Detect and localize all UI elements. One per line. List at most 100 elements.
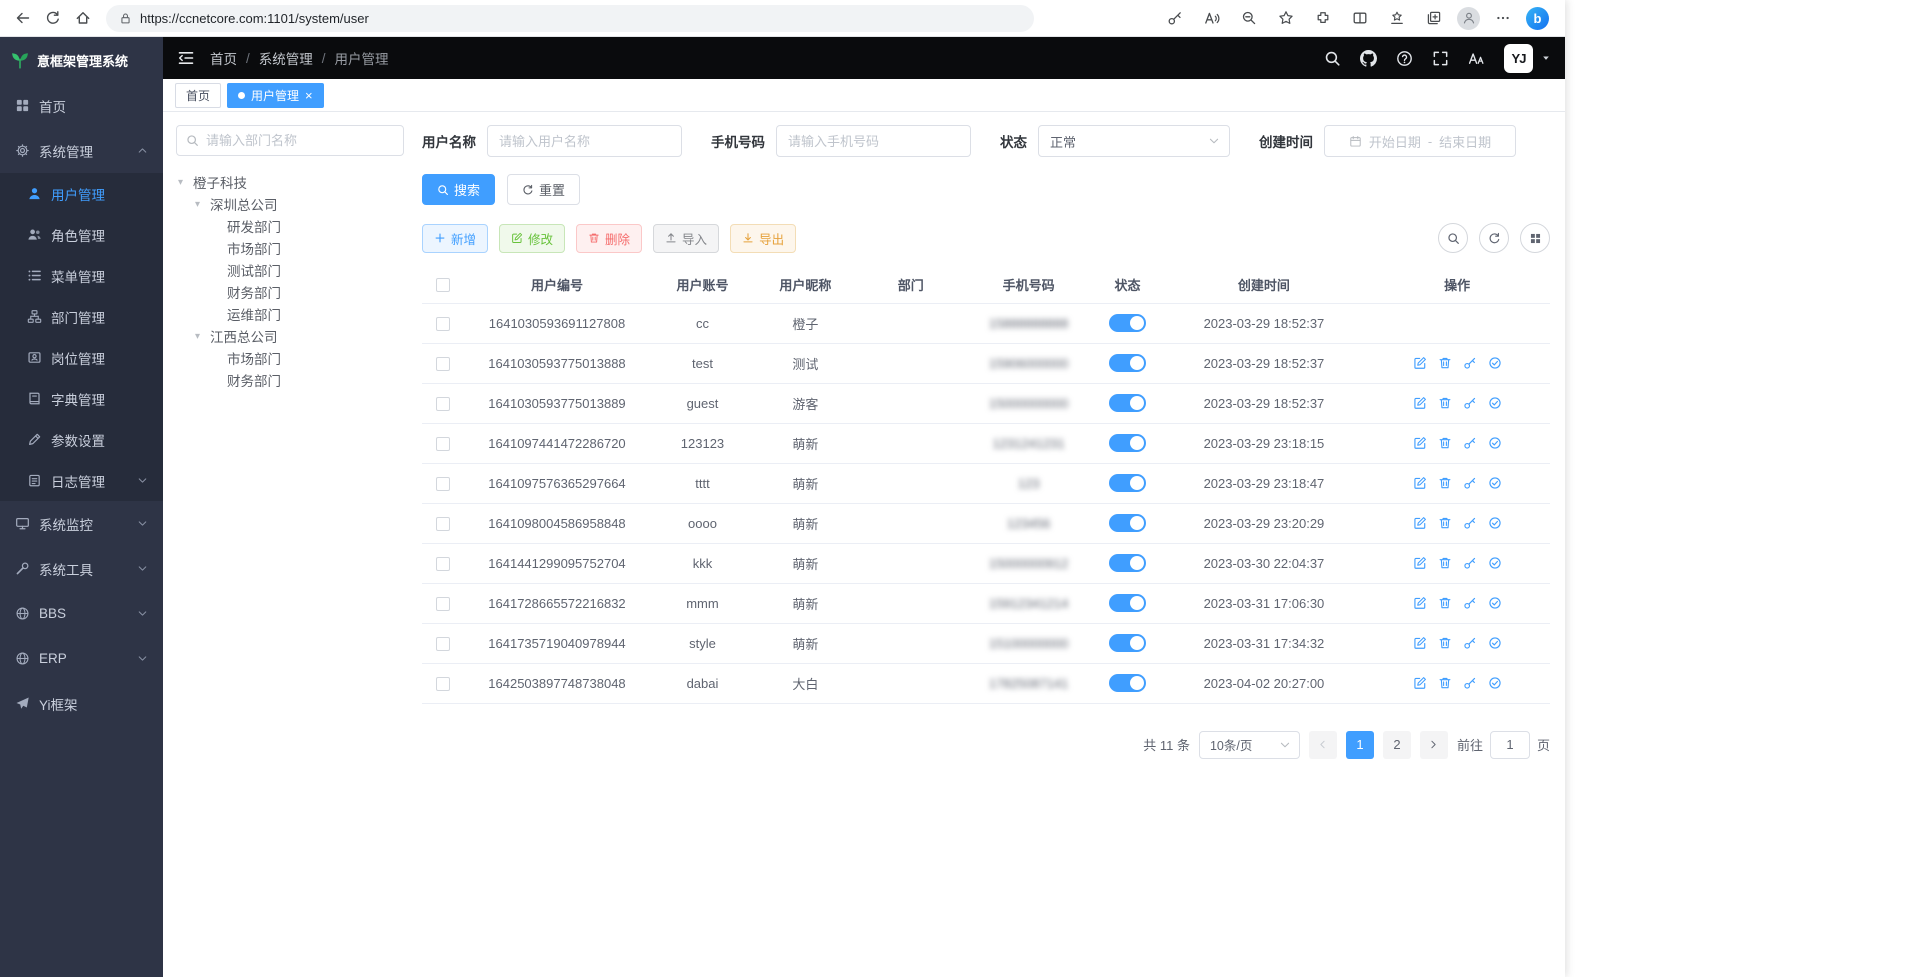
extensions-icon[interactable] [1309, 4, 1337, 32]
page-size-select[interactable]: 10条/页 [1199, 731, 1300, 759]
back-button[interactable] [8, 3, 38, 33]
read-aloud-icon[interactable] [1198, 4, 1226, 32]
sidebar-item-tools[interactable]: 系统工具 [0, 546, 163, 591]
username-input[interactable] [488, 134, 681, 149]
status-select[interactable]: 正常 [1038, 125, 1230, 157]
help-icon[interactable] [1396, 50, 1413, 67]
sidebar-item-role[interactable]: 角色管理 [0, 214, 163, 255]
refresh-button[interactable] [38, 3, 68, 33]
refresh-table-button[interactable] [1479, 223, 1509, 253]
delete-icon[interactable] [1438, 436, 1452, 450]
reset-password-icon[interactable] [1463, 516, 1477, 530]
row-checkbox[interactable] [436, 517, 450, 531]
edit-icon[interactable] [1413, 436, 1427, 450]
close-tab-icon[interactable]: × [305, 89, 313, 102]
sidebar-item-post[interactable]: 岗位管理 [0, 337, 163, 378]
status-toggle[interactable] [1109, 394, 1146, 412]
status-toggle[interactable] [1109, 314, 1146, 332]
assign-role-icon[interactable] [1488, 636, 1502, 650]
sidebar-item-user[interactable]: 用户管理 [0, 173, 163, 214]
github-icon[interactable] [1360, 50, 1377, 67]
tree-node[interactable]: 测试部门 [176, 259, 404, 281]
reset-button[interactable]: 重置 [507, 174, 580, 205]
tree-node[interactable]: ▾江西总公司 [176, 325, 404, 347]
row-checkbox[interactable] [436, 597, 450, 611]
reset-password-icon[interactable] [1463, 556, 1477, 570]
edit-icon[interactable] [1413, 556, 1427, 570]
page-button-2[interactable]: 2 [1383, 731, 1411, 759]
tab-user-management[interactable]: 用户管理 × [227, 83, 324, 108]
add-button[interactable]: 新增 [422, 224, 488, 253]
select-all-checkbox[interactable] [436, 278, 450, 292]
reset-password-icon[interactable] [1463, 676, 1477, 690]
assign-role-icon[interactable] [1488, 516, 1502, 530]
delete-icon[interactable] [1438, 636, 1452, 650]
status-toggle[interactable] [1109, 474, 1146, 492]
reset-password-icon[interactable] [1463, 596, 1477, 610]
reset-password-icon[interactable] [1463, 636, 1477, 650]
breadcrumb-item[interactable]: 首页 [210, 48, 237, 68]
collections-icon[interactable] [1420, 4, 1448, 32]
edit-icon[interactable] [1413, 596, 1427, 610]
next-page-button[interactable] [1420, 731, 1448, 759]
status-toggle[interactable] [1109, 434, 1146, 452]
favorite-star-icon[interactable] [1272, 4, 1300, 32]
breadcrumb-item[interactable]: 系统管理 [259, 48, 313, 68]
toggle-search-button[interactable] [1438, 223, 1468, 253]
sidebar-item-menu[interactable]: 菜单管理 [0, 255, 163, 296]
reset-password-icon[interactable] [1463, 356, 1477, 370]
delete-icon[interactable] [1438, 356, 1452, 370]
assign-role-icon[interactable] [1488, 396, 1502, 410]
status-toggle[interactable] [1109, 514, 1146, 532]
sidebar-item-log[interactable]: 日志管理 [0, 460, 163, 501]
sidebar-item-dict[interactable]: 字典管理 [0, 378, 163, 419]
date-range-picker[interactable]: 开始日期 - 结束日期 [1324, 125, 1516, 157]
row-checkbox[interactable] [436, 477, 450, 491]
delete-icon[interactable] [1438, 676, 1452, 690]
edit-icon[interactable] [1413, 396, 1427, 410]
delete-button[interactable]: 删除 [576, 224, 642, 253]
row-checkbox[interactable] [436, 357, 450, 371]
assign-role-icon[interactable] [1488, 356, 1502, 370]
column-settings-button[interactable] [1520, 223, 1550, 253]
fullscreen-icon[interactable] [1432, 50, 1449, 67]
status-toggle[interactable] [1109, 354, 1146, 372]
status-toggle[interactable] [1109, 674, 1146, 692]
edit-icon[interactable] [1413, 676, 1427, 690]
status-toggle[interactable] [1109, 634, 1146, 652]
reset-password-icon[interactable] [1463, 436, 1477, 450]
font-size-icon[interactable] [1468, 50, 1485, 67]
sidebar-item-home[interactable]: 首页 [0, 83, 163, 128]
prev-page-button[interactable] [1309, 731, 1337, 759]
row-checkbox[interactable] [436, 317, 450, 331]
import-button[interactable]: 导入 [653, 224, 719, 253]
delete-icon[interactable] [1438, 516, 1452, 530]
status-toggle[interactable] [1109, 594, 1146, 612]
edit-icon[interactable] [1413, 636, 1427, 650]
tree-node[interactable]: 财务部门 [176, 281, 404, 303]
export-button[interactable]: 导出 [730, 224, 796, 253]
row-checkbox[interactable] [436, 557, 450, 571]
edit-icon[interactable] [1413, 516, 1427, 530]
tree-node[interactable]: 市场部门 [176, 347, 404, 369]
sidebar-item-yi[interactable]: Yi框架 [0, 681, 163, 726]
edit-icon[interactable] [1413, 356, 1427, 370]
tree-node[interactable]: ▾深圳总公司 [176, 193, 404, 215]
search-icon[interactable] [1324, 50, 1341, 67]
status-toggle[interactable] [1109, 554, 1146, 572]
row-checkbox[interactable] [436, 637, 450, 651]
reset-password-icon[interactable] [1463, 396, 1477, 410]
delete-icon[interactable] [1438, 396, 1452, 410]
tree-node[interactable]: 市场部门 [176, 237, 404, 259]
dept-search-input[interactable] [206, 133, 394, 148]
home-button[interactable] [68, 3, 98, 33]
copilot-icon[interactable]: b [1526, 7, 1549, 30]
tree-node[interactable]: 运维部门 [176, 303, 404, 325]
sidebar-item-erp[interactable]: ERP [0, 636, 163, 681]
tab-home[interactable]: 首页 [175, 83, 221, 108]
row-checkbox[interactable] [436, 437, 450, 451]
password-key-icon[interactable] [1161, 4, 1189, 32]
zoom-out-icon[interactable] [1235, 4, 1263, 32]
browser-profile-avatar[interactable] [1457, 7, 1480, 30]
delete-icon[interactable] [1438, 556, 1452, 570]
